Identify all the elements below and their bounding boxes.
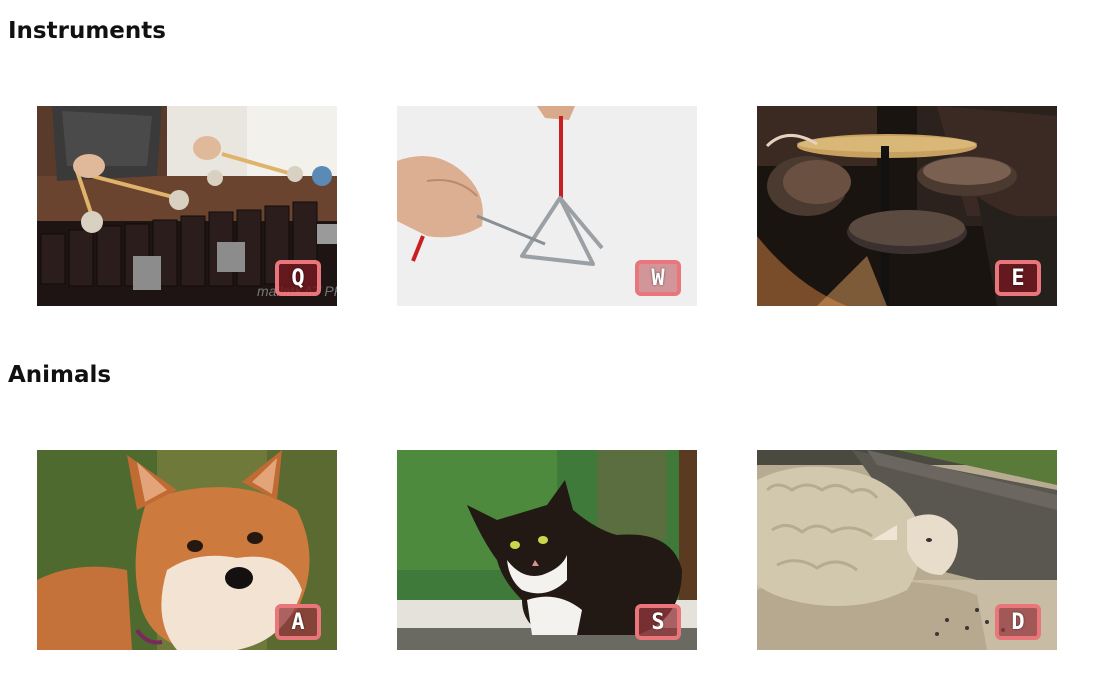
drum-kit-card[interactable]: E [757, 106, 1057, 306]
sheep-card[interactable]: D [757, 450, 1057, 650]
dog-card[interactable]: A [37, 450, 337, 650]
animals-heading: Animals [8, 362, 112, 388]
triangle-card[interactable]: W [397, 106, 697, 306]
key-badge-a: A [275, 604, 321, 640]
key-badge-s: S [635, 604, 681, 640]
instruments-grid: malletKAT PRO Q W [37, 106, 1057, 306]
instruments-heading: Instruments [8, 18, 166, 44]
key-badge-e: E [995, 260, 1041, 296]
key-badge-w: W [635, 260, 681, 296]
cat-card[interactable]: S [397, 450, 697, 650]
key-badge-d: D [995, 604, 1041, 640]
key-badge-q: Q [275, 260, 321, 296]
xylophone-card[interactable]: malletKAT PRO Q [37, 106, 337, 306]
animals-grid: A S D [37, 450, 1057, 650]
soundboard-page: Instruments P Q W E Animals A S D [0, 0, 1096, 690]
